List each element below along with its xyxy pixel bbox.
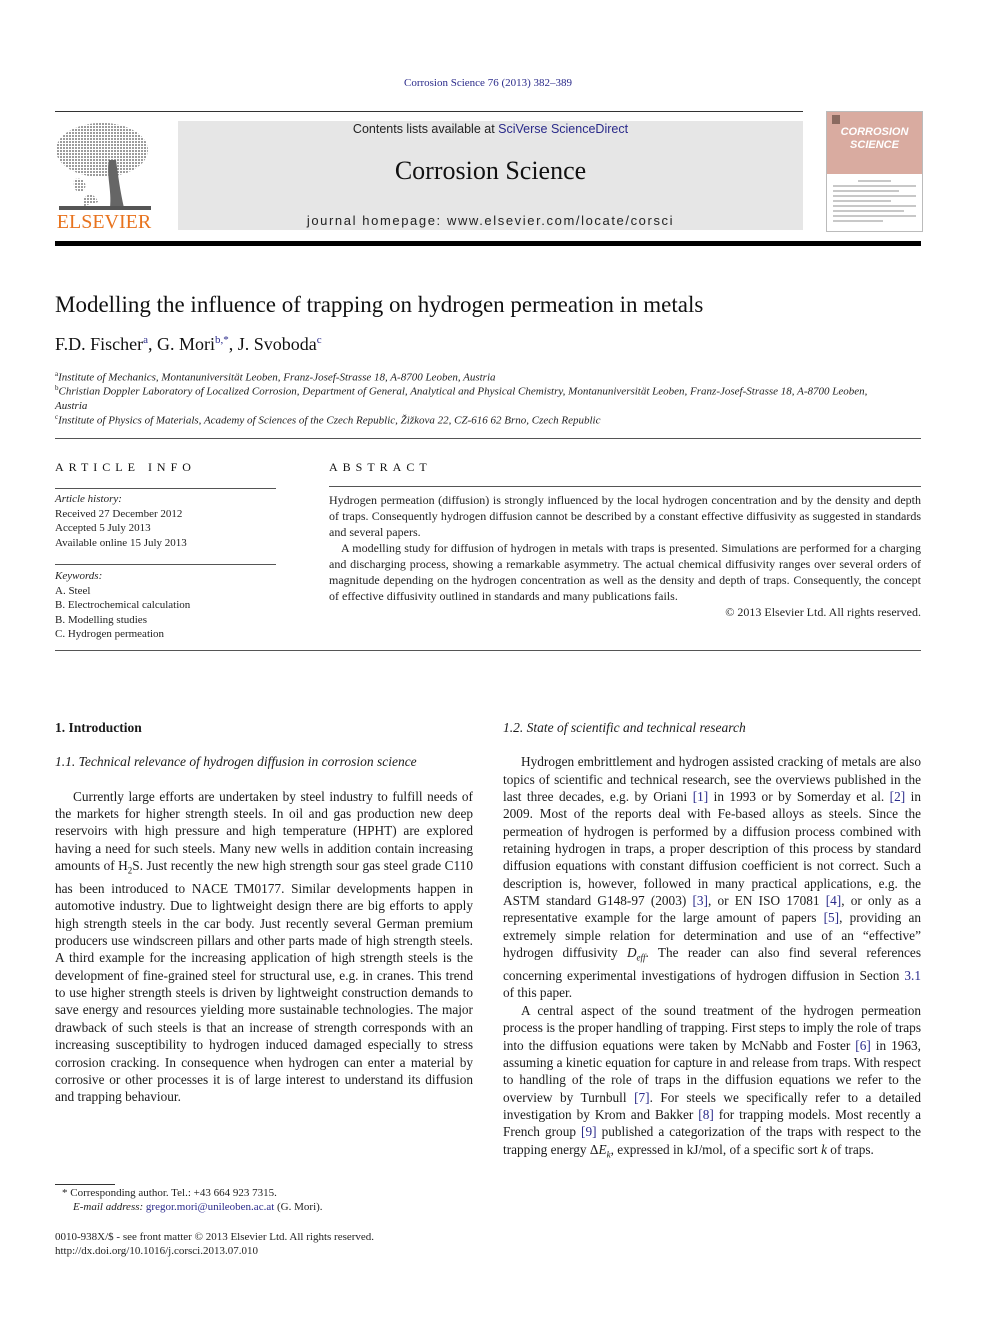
body-right-column: 1.2. State of scientific and technical r…: [503, 719, 921, 1164]
journal-citation[interactable]: Corrosion Science 76 (2013) 382–389: [0, 77, 976, 89]
cover-title-line1: CORROSION: [840, 126, 909, 138]
corresponding-author-note: * Corresponding author. Tel.: +43 664 92…: [62, 1187, 277, 1199]
front-matter-note: 0010-938X/$ - see front matter © 2013 El…: [55, 1231, 375, 1243]
reference-link[interactable]: [1]: [693, 789, 709, 804]
affiliation: bChristian Doppler Laboratory of Localiz…: [55, 381, 895, 413]
history-accepted: Accepted 5 July 2013: [55, 522, 151, 534]
abstract-heading: ABSTRACT: [329, 460, 432, 474]
article-info-heading: ARTICLE INFO: [55, 460, 196, 474]
sciencedirect-link[interactable]: SciVerse ScienceDirect: [498, 122, 628, 136]
email-label: E-mail address:: [73, 1201, 146, 1213]
elsevier-wordmark: ELSEVIER: [56, 211, 152, 233]
author-name[interactable]: G. Mori: [157, 334, 215, 354]
paper-title: Modelling the influence of trapping on h…: [55, 292, 704, 317]
affiliation: cInstitute of Physics of Materials, Acad…: [55, 410, 921, 428]
email-link[interactable]: gregor.mori@unileoben.ac.at: [146, 1201, 274, 1213]
author-affiliation-marker[interactable]: a: [143, 334, 148, 346]
abstract-paragraph: Hydrogen permeation (diffusion) is stron…: [329, 493, 921, 539]
contents-prefix: Contents lists available at: [352, 122, 499, 136]
author-name[interactable]: J. Svoboda: [238, 334, 317, 354]
article-history-label: Article history:: [55, 493, 122, 505]
cover-header: CORROSION SCIENCE: [827, 112, 922, 174]
text-run: , or EN ISO 17081: [707, 893, 826, 909]
article-info-rule: [55, 488, 276, 489]
top-rule: [55, 111, 803, 112]
abstract-end-rule: [55, 650, 921, 651]
text-run: in 2009. Most of the reports deal with F…: [503, 789, 921, 909]
reference-link[interactable]: [4]: [826, 893, 842, 908]
email-suffix: (G. Mori).: [274, 1201, 323, 1213]
affiliation-text: Christian Doppler Laboratory of Localize…: [55, 385, 868, 412]
reference-link[interactable]: [7]: [634, 1090, 650, 1105]
subscript: eff: [636, 952, 646, 963]
cover-title: CORROSION SCIENCE: [827, 126, 922, 152]
footnote-rule: [55, 1184, 115, 1185]
text-run: of this paper.: [503, 985, 573, 1001]
body-paragraph: Hydrogen embrittlement and hydrogen assi…: [503, 753, 921, 1001]
keywords-label: Keywords:: [55, 570, 103, 582]
subsection-heading: 1.1. Technical relevance of hydrogen dif…: [55, 754, 417, 770]
text-run: , expressed in kJ/mol, of a specific sor…: [610, 1141, 822, 1157]
reference-link[interactable]: [9]: [581, 1124, 597, 1139]
elsevier-logo[interactable]: ELSEVIER: [54, 120, 154, 234]
cover-contents-lines: [833, 180, 916, 225]
abstract-body: Hydrogen permeation (diffusion) is stron…: [329, 492, 921, 620]
contents-line: Contents lists available at SciVerse Sci…: [178, 122, 803, 136]
reference-link[interactable]: [5]: [824, 910, 840, 925]
affiliation-text: Institute of Physics of Materials, Acade…: [58, 414, 601, 427]
section-heading: 1. Introduction: [55, 720, 142, 735]
journal-masthead: Contents lists available at SciVerse Sci…: [178, 121, 803, 230]
author-affiliation-marker[interactable]: c: [317, 334, 322, 346]
article-history: Article history: Received 27 December 20…: [55, 492, 187, 550]
keyword: C. Hydrogen permeation: [55, 628, 165, 640]
body-left-column: 1. Introduction 1.1. Technical relevance…: [55, 719, 473, 1106]
elsevier-tree-icon: [56, 123, 151, 210]
keyword: B. Modelling studies: [55, 613, 147, 626]
abstract-rule: [329, 486, 921, 487]
body-paragraph: Currently large efforts are undertaken b…: [55, 788, 473, 1106]
author-list: F.D. Fischera, G. Morib,*, J. Svobodac: [55, 334, 322, 354]
keywords: Keywords: A. Steel B. Electrochemical ca…: [55, 569, 190, 642]
author-name[interactable]: F.D. Fischer: [55, 334, 143, 354]
section-link[interactable]: 3.1: [904, 968, 921, 983]
reference-link[interactable]: [2]: [890, 789, 906, 804]
text-run: of traps.: [826, 1141, 874, 1157]
text-run: S. Just recently the new high strength s…: [55, 858, 474, 1105]
author-affiliation-marker[interactable]: b,*: [215, 334, 229, 346]
math-symbol: D: [626, 945, 637, 961]
cover-title-line2: SCIENCE: [850, 139, 899, 151]
text-run: in 1993 or by Somerday et al.: [708, 789, 890, 805]
reference-link[interactable]: [3]: [692, 893, 708, 908]
journal-homepage[interactable]: journal homepage: www.elsevier.com/locat…: [178, 213, 803, 228]
keyword: B. Electrochemical calculation: [55, 599, 191, 611]
history-received: Received 27 December 2012: [55, 507, 183, 520]
reference-link[interactable]: [8]: [698, 1107, 714, 1122]
doi-link[interactable]: http://dx.doi.org/10.1016/j.corsci.2013.…: [55, 1244, 258, 1259]
reference-link[interactable]: [6]: [855, 1038, 871, 1053]
keywords-rule: [55, 564, 276, 565]
email-note: E-mail address: gregor.mori@unileoben.ac…: [73, 1200, 323, 1215]
header-divider: [55, 438, 921, 439]
journal-name: Corrosion Science: [394, 156, 587, 185]
keyword: A. Steel: [55, 584, 91, 597]
abstract-copyright: © 2013 Elsevier Ltd. All rights reserved…: [725, 605, 921, 619]
history-online: Available online 15 July 2013: [55, 536, 187, 549]
subsection-heading: 1.2. State of scientific and technical r…: [503, 720, 746, 735]
journal-cover-thumbnail[interactable]: CORROSION SCIENCE: [826, 111, 923, 232]
abstract-paragraph: A modelling study for diffusion of hydro…: [329, 541, 921, 603]
body-paragraph: A central aspect of the sound treatment …: [503, 1002, 921, 1164]
masthead-divider: [55, 241, 921, 246]
math-symbol: E: [598, 1141, 607, 1157]
cover-logo-icon: [832, 115, 840, 124]
